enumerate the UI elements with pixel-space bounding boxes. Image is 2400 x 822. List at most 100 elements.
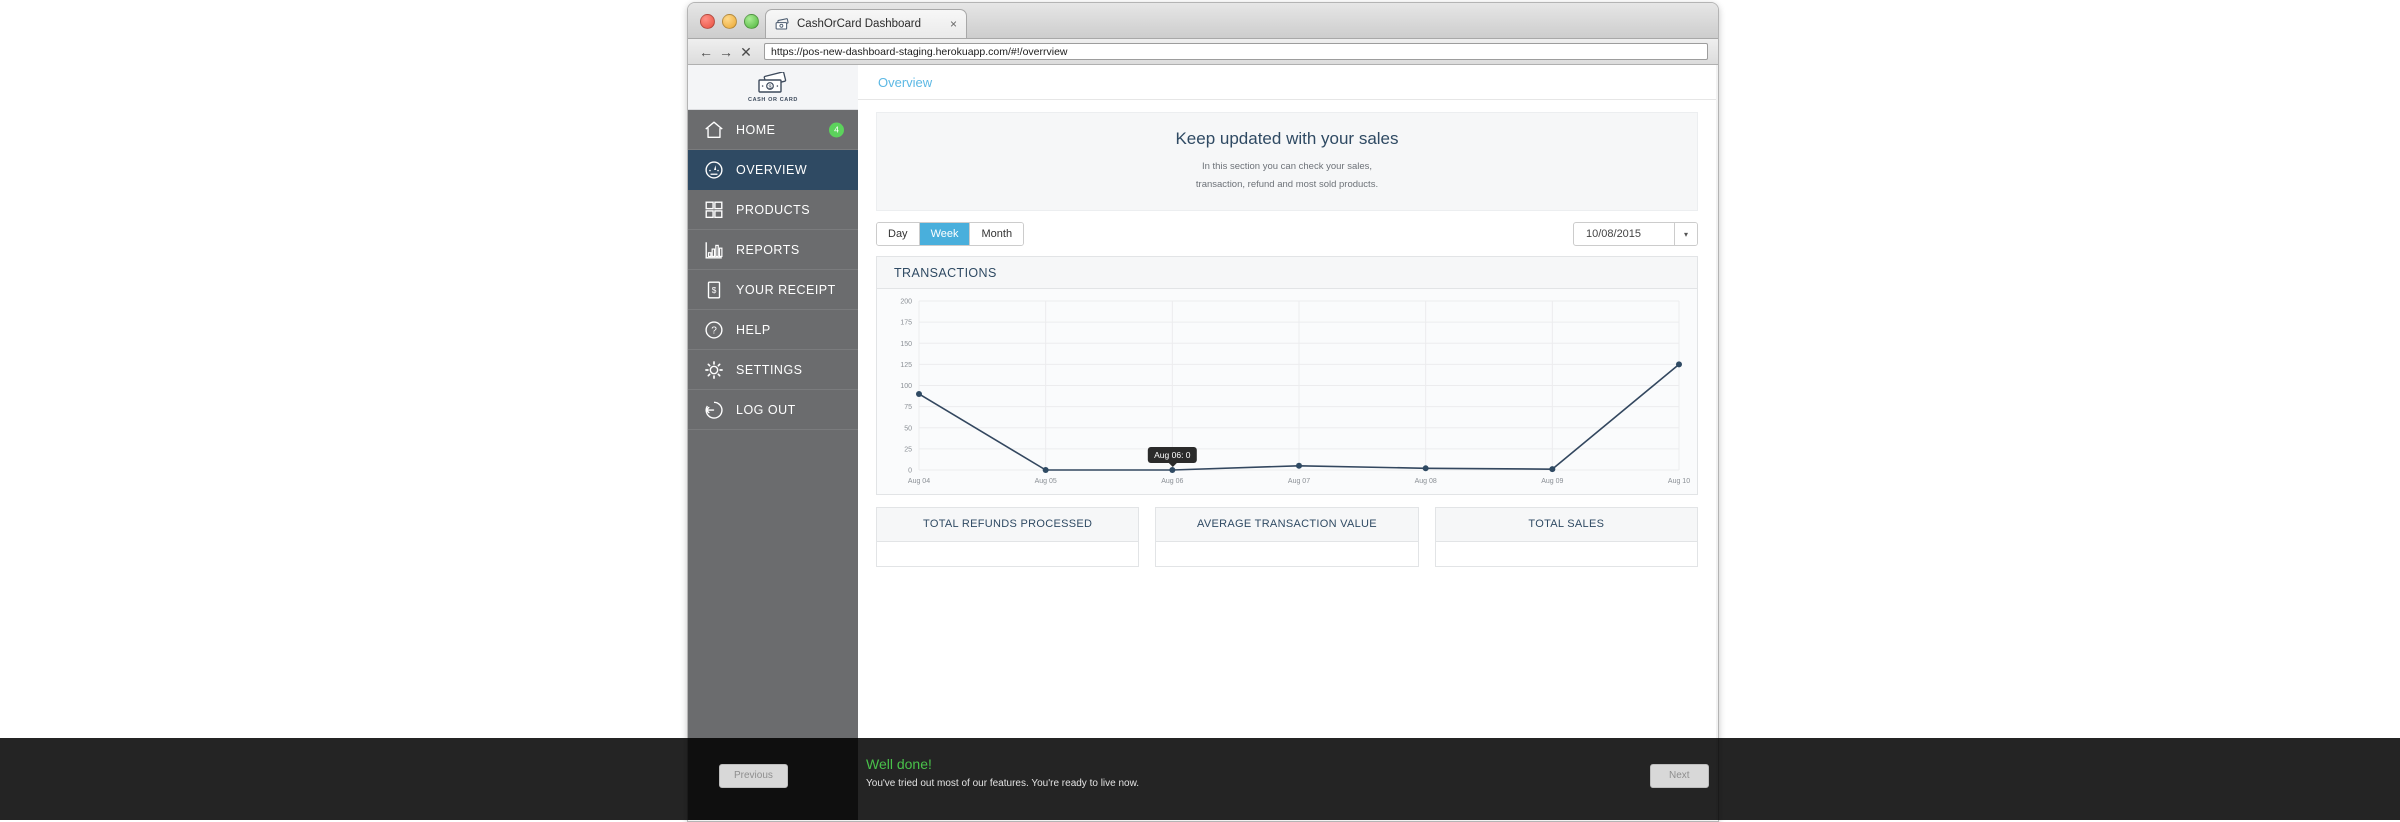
gear-icon [703,359,725,381]
chart-card-header: TRANSACTIONS [877,257,1697,290]
range-tab-week[interactable]: Week [919,223,971,246]
tour-next-button[interactable]: Next [1650,764,1709,788]
sidebar-item-label: OVERVIEW [736,162,808,177]
chart-x-tick-labels: Aug 04 Aug 05 Aug 06 Aug 07 Aug 08 Aug 09 Aug … [908,478,1690,485]
range-tab-day[interactable]: Day [877,223,920,246]
sidebar-item-label: LOG OUT [736,402,796,417]
url-input[interactable]: https://pos-new-dashboard-staging.heroku… [764,43,1708,60]
svg-text:Aug 06: Aug 06 [1161,478,1183,485]
sidebar-item-home[interactable]: HOME 4 [688,110,858,150]
screenshot-root: CashOrCard Dashboard × ← → ✕ https://pos… [0,0,2400,822]
stat-card-body [877,542,1138,566]
sidebar-item-reports[interactable]: REPORTS [688,230,858,270]
chart-plot-area[interactable]: 0 25 50 75 100 125 150 175 200 Aug 04 Aug 05 Aug 0… [877,289,1697,495]
chart-point[interactable] [1169,467,1176,474]
sidebar-item-help[interactable]: ? HELP [688,310,858,350]
chart-point[interactable] [1296,462,1302,469]
stat-card-total-sales[interactable]: TOTAL SALES [1434,507,1698,568]
chart-tooltip: Aug 06: 0 [1148,447,1197,468]
tour-body-text: You've tried out most of our features. Y… [866,778,1140,789]
sidebar-item-log-out[interactable]: LOG OUT [688,390,858,430]
sidebar-item-products[interactable]: PRODUCTS [688,190,858,230]
tour-overlay-bar: Previous Well done! You've tried out mos… [0,738,2400,820]
chevron-down-icon[interactable]: ▾ [1673,223,1697,246]
sidebar-item-settings[interactable]: SETTINGS [688,350,858,390]
close-window-button[interactable] [700,14,715,29]
maximize-window-button[interactable] [744,14,759,29]
tab-close-icon[interactable]: × [950,18,957,30]
home-badge: 4 [829,122,844,137]
gauge-icon [703,159,725,181]
tour-previous-button[interactable]: Previous [719,764,788,788]
hero-subtitle-line-2: transaction, refund and most sold produc… [1195,178,1379,190]
window-controls[interactable] [700,14,759,29]
range-tab-month[interactable]: Month [970,223,1024,246]
stat-card-title: AVERAGE TRANSACTION VALUE [1197,518,1377,531]
chart-point[interactable] [916,391,922,398]
sidebar-item-label: YOUR RECEIPT [736,282,836,297]
bar-chart-icon [703,239,725,261]
main-content: Overview Keep updated with your sales In… [858,65,1716,820]
stop-icon[interactable]: ✕ [736,42,756,62]
page-viewport: $ CASH OR CARD HOME 4 OVERVIEW PRODUCTS … [688,65,1716,820]
hero-subtitle-line-1: In this section you can check your sales… [1201,161,1373,172]
stat-card-header: TOTAL SALES [1435,508,1697,543]
range-selector[interactable]: Day Week Month [876,222,1025,247]
stat-card-total-refunds[interactable]: TOTAL REFUNDS PROCESSED [876,507,1140,568]
tour-headline: Well done! [866,756,932,772]
date-picker[interactable]: 10/08/2015 ▾ [1572,222,1698,247]
tour-message: Well done! You've tried out most of our … [866,756,1139,789]
svg-text:Aug 05: Aug 05 [1035,478,1057,485]
chart-title: TRANSACTIONS [894,265,997,280]
home-icon [703,119,725,141]
transactions-line-chart[interactable]: 0255075100125150175200 Aug 04 Aug 05 Aug 0… [877,289,1697,494]
app-logo-text: CASH OR CARD [748,96,798,103]
breadcrumb-overview-link[interactable]: Overview [878,75,932,90]
sidebar-item-label: PRODUCTS [736,202,811,217]
stat-card-header: TOTAL REFUNDS PROCESSED [877,508,1139,543]
hero-banner: Keep updated with your sales In this sec… [876,112,1698,212]
chart-point[interactable] [1422,465,1429,472]
chart-toolbar: Day Week Month 10/08/2015 ▾ [876,222,1698,247]
receipt-icon: $ [703,279,725,301]
svg-text:Aug 08: Aug 08 [1415,478,1437,485]
stat-card-body [1156,542,1417,566]
browser-tab-title: CashOrCard Dashboard [797,18,922,30]
minimize-window-button[interactable] [722,14,737,29]
chart-point[interactable] [1549,466,1556,473]
sidebar: $ CASH OR CARD HOME 4 OVERVIEW PRODUCTS … [688,65,858,820]
svg-text:50: 50 [904,426,912,433]
svg-text:125: 125 [900,362,912,369]
chart-point[interactable] [1676,361,1682,368]
question-icon: ? [703,319,725,341]
sidebar-item-your-receipt[interactable]: $ YOUR RECEIPT [688,270,858,310]
breadcrumb: Overview [858,65,1716,100]
stat-card-average-transaction-value[interactable]: AVERAGE TRANSACTION VALUE [1155,507,1419,568]
content-body: Keep updated with your sales In this sec… [858,100,1716,568]
svg-text:25: 25 [904,447,912,454]
forward-icon[interactable]: → [716,42,736,62]
browser-titlebar: CashOrCard Dashboard × [688,3,1718,39]
stat-cards: TOTAL REFUNDS PROCESSED AVERAGE TRANSACT… [876,507,1698,568]
stat-card-title: TOTAL REFUNDS PROCESSED [923,518,1093,531]
chart-point[interactable] [1042,467,1049,474]
cash-or-card-logo-icon: $ [756,70,790,96]
svg-text:Aug 09: Aug 09 [1541,478,1563,485]
browser-navbar: ← → ✕ https://pos-new-dashboard-staging.… [688,39,1718,65]
browser-window: CashOrCard Dashboard × ← → ✕ https://pos… [687,2,1719,822]
sidebar-item-overview[interactable]: OVERVIEW [688,150,858,190]
sidebar-item-label: SETTINGS [736,362,803,377]
back-icon[interactable]: ← [696,42,716,62]
stat-card-header: AVERAGE TRANSACTION VALUE [1156,508,1418,543]
browser-tab[interactable]: CashOrCard Dashboard × [765,9,967,38]
logout-icon [703,399,725,421]
svg-text:Aug 07: Aug 07 [1288,478,1310,485]
date-picker-value[interactable]: 10/08/2015 [1574,223,1674,245]
stat-card-body [1436,542,1697,566]
app-logo[interactable]: $ CASH OR CARD [688,65,858,110]
svg-text:Aug 04: Aug 04 [908,478,930,485]
stat-card-title: TOTAL SALES [1528,518,1605,531]
svg-text:75: 75 [904,404,912,411]
svg-text:0: 0 [908,468,912,475]
page-title: Keep updated with your sales [1175,129,1399,148]
